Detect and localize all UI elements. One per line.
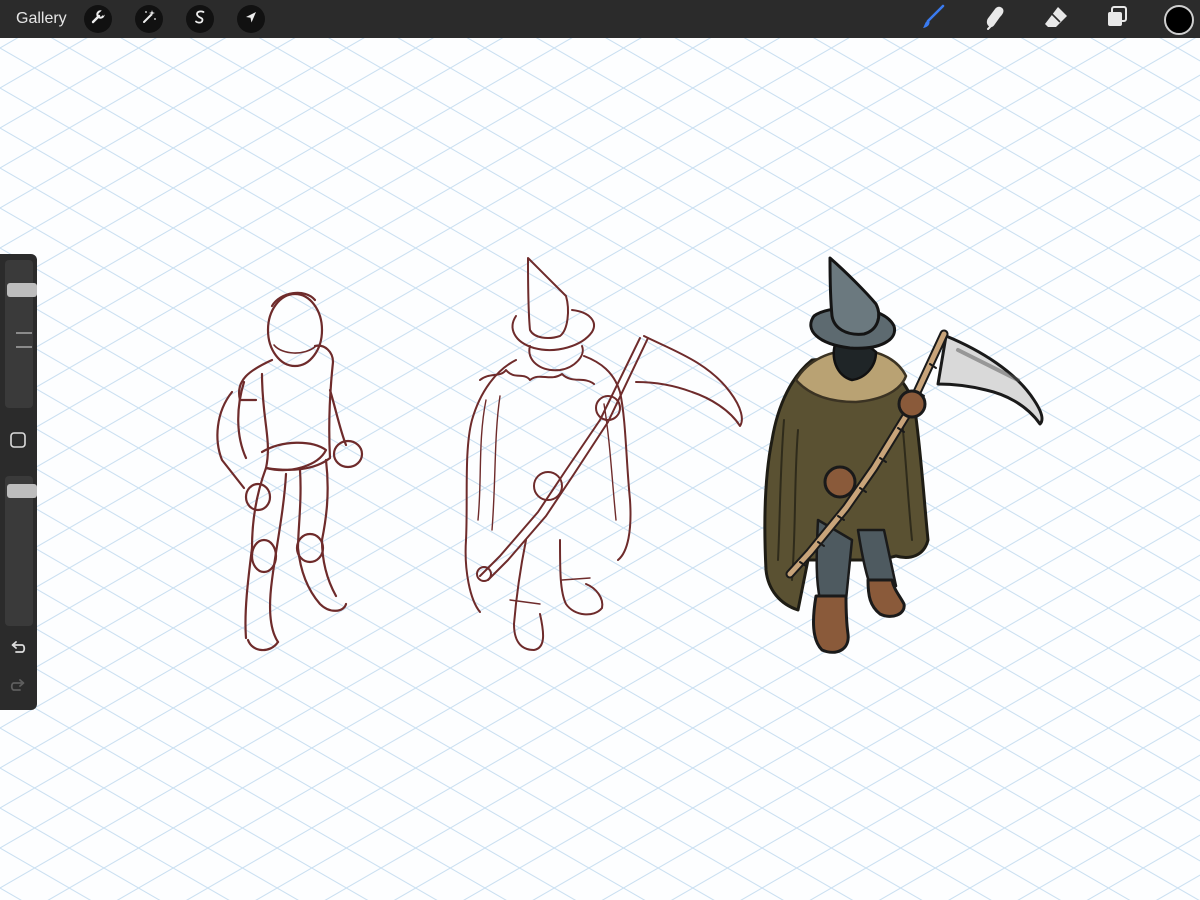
brush-tool-button[interactable]	[918, 4, 948, 34]
drawing-canvas[interactable]	[0, 38, 1200, 900]
layers-icon	[1104, 4, 1130, 35]
top-toolbar: Gallery	[0, 0, 1200, 38]
arrow-cursor-icon	[243, 9, 259, 30]
smudge-icon	[980, 3, 1008, 36]
layers-tool-button[interactable]	[1102, 4, 1132, 34]
selection-button[interactable]	[186, 5, 214, 33]
smudge-tool-button[interactable]	[979, 4, 1009, 34]
magic-wand-icon	[141, 9, 157, 30]
undo-button[interactable]	[8, 640, 28, 660]
gallery-button[interactable]: Gallery	[16, 0, 67, 38]
undo-icon	[9, 639, 27, 662]
adjustments-button[interactable]	[135, 5, 163, 33]
selection-s-icon	[192, 9, 208, 30]
eraser-tool-button[interactable]	[1041, 4, 1071, 34]
brush-size-thumb[interactable]	[7, 283, 37, 297]
transform-button[interactable]	[237, 5, 265, 33]
square-icon	[9, 431, 27, 454]
slider-notch	[16, 332, 32, 334]
actions-button[interactable]	[84, 5, 112, 33]
wrench-icon	[90, 8, 107, 30]
eraser-icon	[1042, 3, 1070, 36]
left-sidebar	[0, 254, 37, 710]
isometric-grid	[0, 38, 1200, 900]
opacity-thumb[interactable]	[7, 484, 37, 498]
brush-size-slider[interactable]	[5, 260, 37, 408]
brush-icon	[919, 3, 947, 36]
opacity-slider[interactable]	[5, 476, 37, 626]
modify-button[interactable]	[8, 431, 28, 454]
redo-button[interactable]	[8, 678, 28, 698]
redo-icon	[9, 677, 27, 700]
slider-notch	[16, 346, 32, 348]
color-picker-button[interactable]	[1164, 5, 1194, 35]
